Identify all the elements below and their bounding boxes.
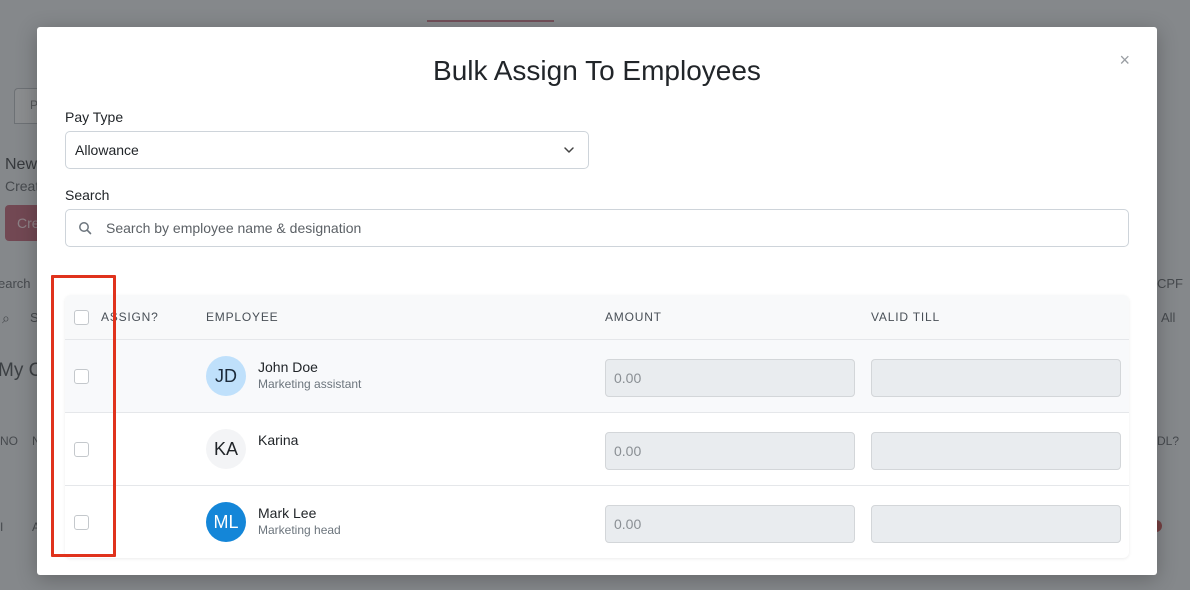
modal-title: Bulk Assign To Employees — [433, 55, 761, 86]
avatar: KA — [206, 429, 246, 469]
assign-checkbox[interactable] — [74, 369, 89, 384]
pay-type-select[interactable]: Allowance — [65, 131, 589, 169]
amount-input[interactable] — [605, 359, 855, 397]
employee-designation: Marketing assistant — [258, 377, 362, 391]
pay-type-value: Allowance — [75, 142, 139, 158]
header-assign: ASSIGN? — [101, 310, 159, 324]
valid-till-input[interactable] — [871, 505, 1121, 543]
employees-table: ASSIGN? EMPLOYEE AMOUNT VALID TILL JD Jo… — [65, 295, 1129, 558]
employee-name: Mark Lee — [258, 505, 317, 521]
header-employee: EMPLOYEE — [206, 310, 279, 324]
table-header: ASSIGN? EMPLOYEE AMOUNT VALID TILL — [65, 295, 1129, 340]
table-row: ML Mark Lee Marketing head — [65, 486, 1129, 558]
employee-name: Karina — [258, 432, 299, 448]
employee-designation: Marketing head — [258, 523, 341, 537]
table-row: JD John Doe Marketing assistant — [65, 340, 1129, 413]
amount-input[interactable] — [605, 505, 855, 543]
assign-checkbox[interactable] — [74, 442, 89, 457]
header-valid-till: VALID TILL — [871, 310, 940, 324]
pay-type-label: Pay Type — [65, 109, 124, 125]
search-label: Search — [65, 187, 110, 203]
avatar: JD — [206, 356, 246, 396]
select-all-checkbox[interactable] — [74, 310, 89, 325]
valid-till-input[interactable] — [871, 359, 1121, 397]
table-row: KA Karina — [65, 413, 1129, 486]
header-amount: AMOUNT — [605, 310, 662, 324]
amount-input[interactable] — [605, 432, 855, 470]
assign-checkbox[interactable] — [74, 515, 89, 530]
search-input[interactable] — [106, 220, 1106, 236]
chevron-down-icon — [564, 147, 574, 153]
avatar: ML — [206, 502, 246, 542]
search-icon — [79, 222, 92, 235]
search-box — [65, 209, 1129, 247]
valid-till-input[interactable] — [871, 432, 1121, 470]
bulk-assign-modal: × Bulk Assign To Employees Pay Type Allo… — [37, 27, 1157, 575]
employee-name: John Doe — [258, 359, 318, 375]
